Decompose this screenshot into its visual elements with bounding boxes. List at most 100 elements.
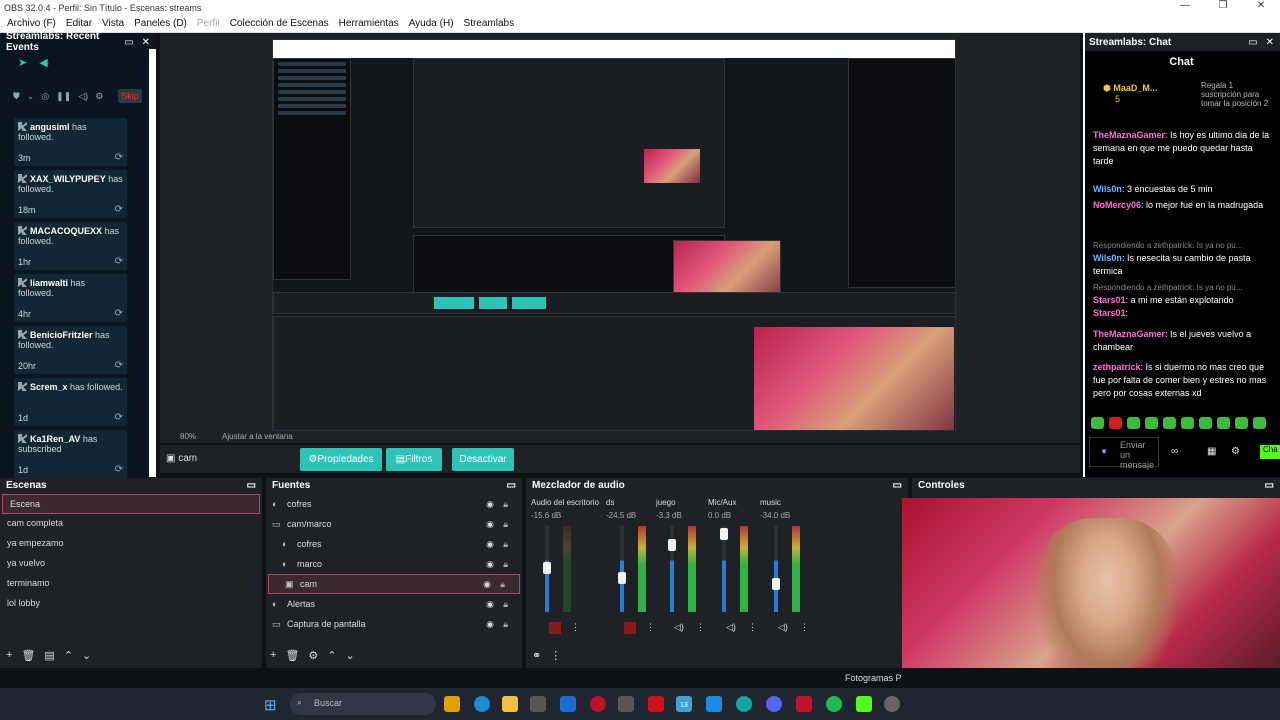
eye-icon[interactable]: ◉ <box>486 519 494 530</box>
netflix-icon[interactable] <box>648 696 664 712</box>
edge-dev-icon[interactable] <box>736 696 752 712</box>
more-icon[interactable]: ⋮ <box>800 622 812 634</box>
mic-icon[interactable]: ● <box>1101 446 1107 457</box>
float-icon[interactable]: ▭ <box>507 480 516 492</box>
outlook-icon[interactable] <box>560 696 576 712</box>
chat-username[interactable]: NoMercy06 <box>1093 200 1141 210</box>
shield-icon[interactable]: ⛊ <box>13 91 20 102</box>
lock-icon[interactable]: 🔒︎ <box>503 499 508 510</box>
close-icon[interactable]: ✕ <box>142 37 150 48</box>
chevron-up-icon[interactable]: ⌃ <box>64 649 73 662</box>
discord-icon[interactable] <box>766 696 782 712</box>
more-icon[interactable]: ⋮ <box>571 622 583 634</box>
eye-off-icon[interactable]: ◎ <box>41 91 49 102</box>
menu-paneles[interactable]: Paneles (D) <box>129 18 192 29</box>
photos-icon[interactable] <box>706 696 722 712</box>
speaker-icon[interactable] <box>624 622 636 634</box>
lock-icon[interactable]: 🔒︎ <box>503 539 508 550</box>
chat-username[interactable]: TheMaznaGamer <box>1093 130 1165 140</box>
emote-icon[interactable] <box>1181 417 1194 429</box>
paper-plane-icon[interactable]: ➤ <box>18 56 27 69</box>
chat-send-button[interactable]: Cha <box>1260 445 1280 459</box>
chat-username[interactable]: TheMaznaGamer <box>1093 329 1165 339</box>
scene-item[interactable]: ya vuelvo <box>0 554 262 574</box>
scene-item[interactable]: cam completa <box>0 514 262 534</box>
pinned-sub-goal[interactable]: ⬢ MaaD_M... 5 Regala 1 suscripción para … <box>1103 81 1268 108</box>
pause-icon[interactable]: ❚❚ <box>56 91 71 102</box>
lock-icon[interactable]: 🔒︎ <box>503 519 508 530</box>
link-icon[interactable]: ⚭ <box>532 649 541 662</box>
deactivate-button[interactable]: Desactivar <box>452 448 514 471</box>
chevron-down-icon[interactable]: ⌄ <box>27 91 35 102</box>
chat-input[interactable]: Enviar un mensaje <box>1089 437 1159 470</box>
chevron-up-icon[interactable]: ⌃ <box>327 649 336 662</box>
opera-icon[interactable] <box>590 696 606 712</box>
menu-vista[interactable]: Vista <box>97 18 129 29</box>
scene-item[interactable]: ya empezamo <box>0 534 262 554</box>
lock-icon[interactable]: 🔒︎ <box>503 559 508 570</box>
spotify-icon[interactable] <box>826 696 842 712</box>
settings-icon[interactable]: ⚙ <box>95 91 103 102</box>
emote-icon[interactable] <box>1199 417 1212 429</box>
scene-item[interactable]: lol lobby <box>0 594 262 614</box>
float-icon[interactable]: ▭ <box>1248 37 1257 48</box>
emote-icon[interactable] <box>1163 417 1176 429</box>
menu-ayuda[interactable]: Ayuda (H) <box>404 18 459 29</box>
source-item[interactable]: ◐ cofres ◉ 🔒︎ <box>266 534 522 554</box>
link-icon[interactable]: ∞ <box>1171 446 1178 457</box>
kick-icon[interactable] <box>856 696 872 712</box>
replay-icon[interactable]: ⟳ <box>115 308 123 319</box>
menu-herramientas[interactable]: Herramientas <box>334 18 404 29</box>
more-icon[interactable]: ⋮ <box>696 622 708 634</box>
float-icon[interactable]: ▭ <box>1265 480 1274 492</box>
source-item[interactable]: ▭ cam/marco ◉ 🔒︎ <box>266 514 522 534</box>
volume-slider-track[interactable] <box>774 526 778 612</box>
minimize-button[interactable]: — <box>1166 0 1204 11</box>
events-scrollbar[interactable] <box>149 49 156 477</box>
taskbar-search[interactable]: ⌕ Buscar <box>290 693 436 715</box>
float-icon[interactable]: ▭ <box>893 480 902 492</box>
maximize-button[interactable]: ❐ <box>1204 0 1242 11</box>
replay-icon[interactable]: ⟳ <box>115 464 123 475</box>
app-red-icon[interactable] <box>796 696 812 712</box>
emote-icon[interactable] <box>1235 417 1248 429</box>
windows-start-icon[interactable]: ⊞ <box>264 696 277 714</box>
chat-username[interactable]: Stars01 <box>1093 308 1126 318</box>
lock-icon[interactable]: 🔒︎ <box>500 579 505 590</box>
event-item[interactable]: liamwalti has followed. 4hr ⟳ <box>14 274 127 322</box>
volume-fader[interactable] <box>668 539 676 551</box>
zoom-level[interactable]: 80% <box>180 432 196 441</box>
speaker-icon[interactable]: ◁) <box>674 622 686 634</box>
speaker-icon[interactable] <box>549 622 561 634</box>
lock-icon[interactable]: 🔒︎ <box>503 599 508 610</box>
menu-editar[interactable]: Editar <box>61 18 97 29</box>
event-item[interactable]: Screm_x has followed. 1d ⟳ <box>14 378 127 426</box>
chat-message[interactable]: Wils0n: 3 encuestas de 5 min <box>1093 183 1271 196</box>
event-item[interactable]: angusiml has followed. 3m ⟳ <box>14 118 127 166</box>
scene-item[interactable]: Escena <box>2 494 260 514</box>
replay-icon[interactable]: ⟳ <box>115 152 123 163</box>
copilot-icon[interactable] <box>444 696 460 712</box>
store-icon[interactable] <box>530 696 546 712</box>
source-item[interactable]: ◐ marco ◉ 🔒︎ <box>266 554 522 574</box>
menu-archivo[interactable]: Archivo (F) <box>2 18 61 29</box>
eye-icon[interactable]: ◉ <box>486 539 494 550</box>
close-button[interactable]: ✕ <box>1242 0 1280 11</box>
chat-message[interactable]: Respondiendo a zethpatrick: Is ya no pu.… <box>1093 281 1271 307</box>
emote-icon[interactable] <box>1217 417 1230 429</box>
float-icon[interactable]: ▭ <box>124 37 133 48</box>
emote-icon[interactable] <box>1127 417 1140 429</box>
chat-message[interactable]: zethpatrick: Is si duermo no mas creo qu… <box>1093 361 1271 400</box>
app-icon[interactable]: 13 <box>676 696 692 712</box>
calendar-icon[interactable]: ▦ <box>1207 446 1216 457</box>
emote-icon[interactable] <box>1091 417 1104 429</box>
more-icon[interactable]: ⋮ <box>748 622 760 634</box>
filter-icon[interactable]: ▤ <box>44 649 54 662</box>
replay-icon[interactable]: ⟳ <box>115 204 123 215</box>
event-item[interactable]: MACACOQUEXX has followed. 1hr ⟳ <box>14 222 127 270</box>
replay-icon[interactable]: ⟳ <box>115 412 123 423</box>
volume-icon[interactable]: ◁) <box>78 91 88 102</box>
chevron-down-icon[interactable]: ⌄ <box>82 649 91 662</box>
chat-message[interactable]: NoMercy06: lo mejor fue en la madrugada <box>1093 199 1271 212</box>
settings-icon[interactable]: ⚙ <box>1231 446 1240 457</box>
